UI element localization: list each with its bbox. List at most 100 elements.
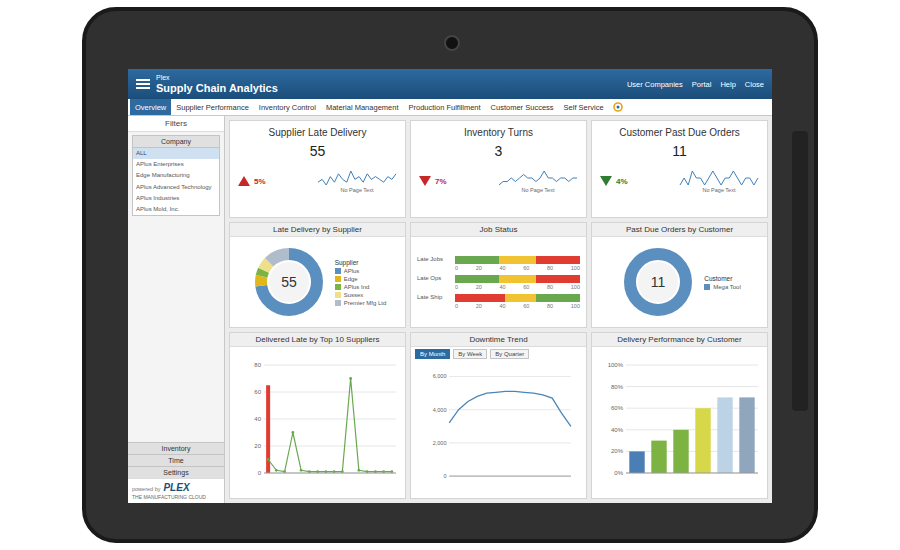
- stage: PlexSupply Chain AnalyticsUser Companies…: [0, 0, 900, 550]
- axis-tick: 20: [254, 443, 261, 449]
- stacked-bar-segment[interactable]: [536, 256, 580, 264]
- sparkline: [679, 169, 759, 187]
- sparkline-block: No Page Text: [498, 169, 578, 193]
- donut-total: 55: [281, 274, 297, 290]
- trend-triangle-icon: [238, 176, 250, 186]
- chart-point[interactable]: [357, 468, 360, 471]
- grid-line: [626, 407, 758, 408]
- chart-point[interactable]: [274, 468, 277, 471]
- job-status-row: Late Ship020406080100: [417, 294, 580, 309]
- axis-tick: 20: [476, 284, 482, 290]
- grid-line: [449, 409, 571, 410]
- tab[interactable]: Self Service: [559, 99, 609, 115]
- axis-tick: 40: [499, 265, 505, 271]
- header-link[interactable]: User Companies: [627, 80, 683, 89]
- company-item[interactable]: APlus Industries: [133, 193, 219, 204]
- company-item[interactable]: APlus Mold, Inc.: [133, 204, 219, 215]
- period-toggle[interactable]: By Month: [415, 349, 450, 359]
- job-status-row: Late Ops020406080100: [417, 275, 580, 290]
- stacked-bar-segment[interactable]: [455, 294, 505, 302]
- job-status-label: Late Jobs: [417, 256, 451, 263]
- axis-tick: 80: [254, 362, 261, 368]
- sparkline-line: [499, 171, 577, 185]
- grid-line: [264, 445, 396, 446]
- axis-tick: 40: [499, 284, 505, 290]
- company-item[interactable]: ALL: [133, 148, 219, 159]
- tab[interactable]: Supplier Performance: [171, 99, 254, 115]
- tab[interactable]: Customer Success: [486, 99, 559, 115]
- company-item[interactable]: APlus Advanced Technology: [133, 182, 219, 193]
- stacked-bar-segment[interactable]: [499, 275, 537, 283]
- header-link[interactable]: Help: [720, 80, 735, 89]
- period-toggle[interactable]: By Week: [453, 349, 487, 359]
- downtime-card: Downtime TrendBy MonthBy WeekBy Quarter0…: [410, 332, 587, 499]
- axis-tick: 100%: [607, 362, 623, 368]
- tab-bar: OverviewSupplier PerformanceInventory Co…: [128, 99, 772, 116]
- chart-point[interactable]: [349, 377, 352, 380]
- chart-bar[interactable]: [629, 451, 644, 473]
- company-group-button[interactable]: Company: [132, 135, 220, 148]
- legend-item: APlus Ind: [335, 284, 387, 290]
- tab[interactable]: Inventory Control: [254, 99, 321, 115]
- chart-bar[interactable]: [651, 440, 666, 472]
- sparkline-line: [318, 171, 396, 185]
- chart-point[interactable]: [299, 468, 302, 471]
- brand-label: Plex: [156, 74, 278, 82]
- stacked-bar-segment[interactable]: [505, 294, 536, 302]
- sidebar-button[interactable]: Inventory: [128, 442, 224, 454]
- refresh-icon[interactable]: [613, 102, 623, 112]
- chart-bar[interactable]: [266, 385, 270, 473]
- kpi-trend-row: 7%No Page Text: [419, 169, 578, 193]
- chart-bar[interactable]: [695, 408, 710, 473]
- axis-tick: 2,000: [432, 439, 446, 445]
- stacked-bar-segment[interactable]: [455, 275, 499, 283]
- donut-segment[interactable]: [261, 254, 317, 310]
- tab[interactable]: Material Management: [321, 99, 404, 115]
- chart-point[interactable]: [266, 458, 269, 461]
- kpi-value: 55: [310, 143, 326, 159]
- chart-bar[interactable]: [673, 429, 688, 472]
- axis-tick: 100: [571, 265, 580, 271]
- stacked-bar-segment[interactable]: [536, 275, 580, 283]
- donut-segment[interactable]: [261, 254, 317, 310]
- bar-chart: 0%20%40%60%80%100%: [596, 359, 764, 487]
- kpi-card[interactable]: Supplier Late Delivery555%No Page Text: [229, 120, 406, 218]
- grid-line: [626, 472, 758, 473]
- period-toggle[interactable]: By Quarter: [490, 349, 529, 359]
- chart-title: Late Delivery by Supplier: [230, 223, 405, 237]
- legend-item: Mega Tool: [704, 284, 741, 290]
- grid-line: [626, 386, 758, 387]
- axis-tick: 60: [254, 389, 261, 395]
- stacked-bar-segment[interactable]: [455, 256, 499, 264]
- stacked-bar-segment[interactable]: [536, 294, 580, 302]
- legend-label: Premier Mfg Ltd: [344, 300, 387, 306]
- chart-bar[interactable]: [739, 397, 754, 473]
- grid-line: [449, 475, 571, 476]
- sidebar-button[interactable]: Time: [128, 454, 224, 466]
- company-item[interactable]: Edge Manufacturing: [133, 170, 219, 181]
- header-link[interactable]: Portal: [692, 80, 712, 89]
- chart-bar[interactable]: [717, 397, 732, 473]
- tab[interactable]: Production Fulfillment: [403, 99, 485, 115]
- axis-tick: 0: [257, 470, 261, 476]
- sparkline-line: [680, 171, 758, 185]
- kpi-card[interactable]: Customer Past Due Orders114%No Page Text: [591, 120, 768, 218]
- job-bar-column: 020406080100: [455, 294, 580, 309]
- axis-tick: 80: [547, 303, 553, 309]
- sidebar-button[interactable]: Settings: [128, 466, 224, 478]
- tab[interactable]: Overview: [130, 99, 171, 115]
- menu-icon[interactable]: [136, 78, 150, 90]
- donut-segment[interactable]: [630, 254, 686, 310]
- donut-chart: 55: [249, 242, 329, 322]
- axis-tick: 0: [455, 303, 458, 309]
- stacked-bar-segment[interactable]: [499, 256, 537, 264]
- chart-point[interactable]: [291, 431, 294, 434]
- donut-segment[interactable]: [261, 254, 317, 310]
- job-status-row: Late Jobs020406080100: [417, 256, 580, 271]
- donut-segment[interactable]: [261, 254, 317, 310]
- axis-tick: 20: [476, 303, 482, 309]
- header-link[interactable]: Close: [745, 80, 764, 89]
- donut-segment[interactable]: [261, 254, 317, 310]
- company-item[interactable]: APlus Enterprises: [133, 159, 219, 170]
- kpi-card[interactable]: Inventory Turns37%No Page Text: [410, 120, 587, 218]
